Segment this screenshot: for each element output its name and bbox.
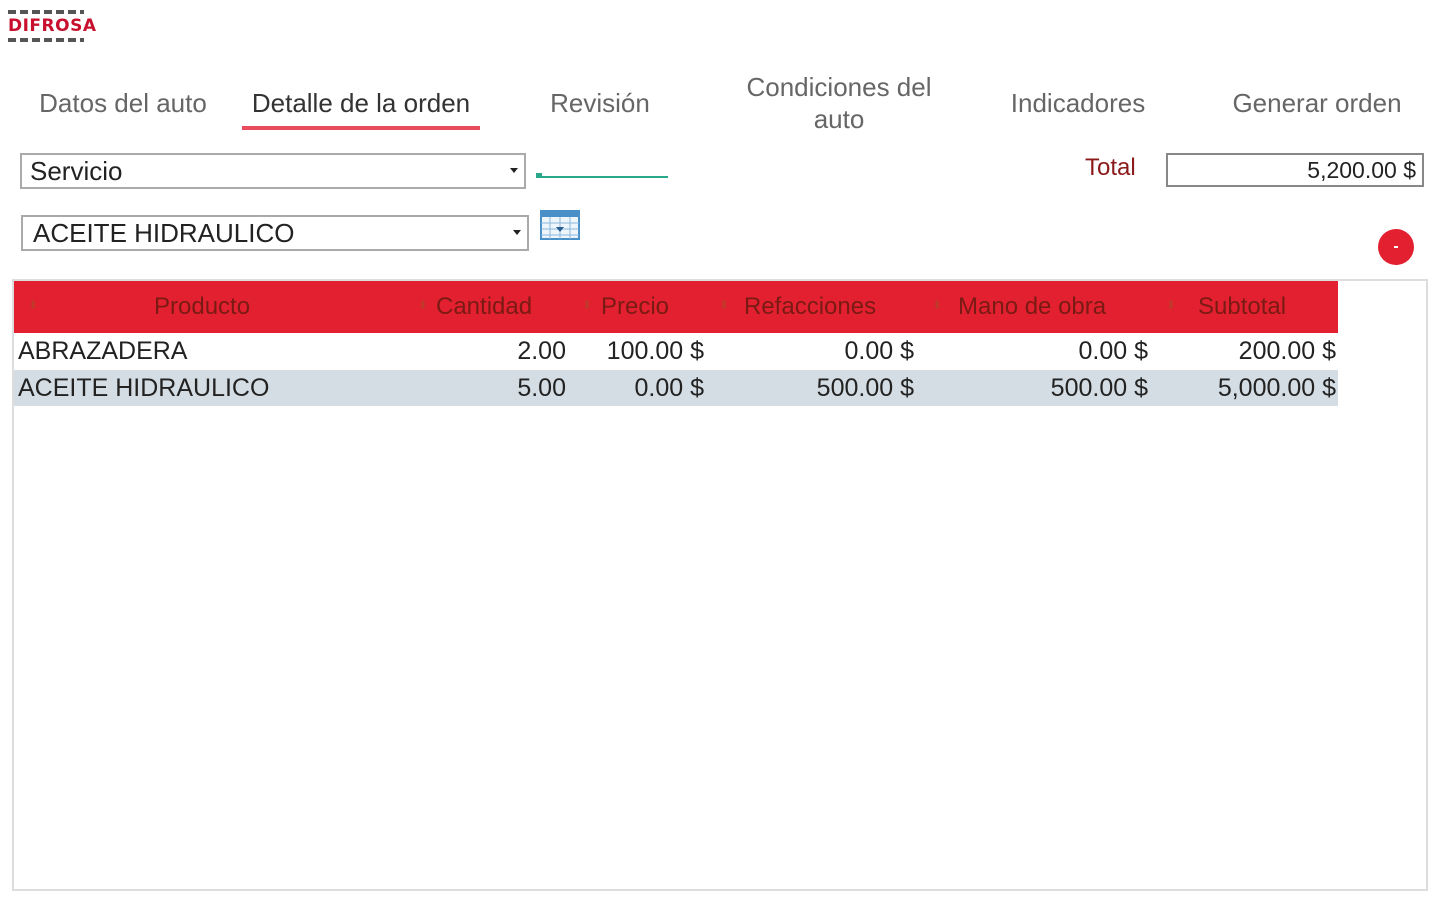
cell-producto: ACEITE HIDRAULICO (18, 374, 270, 402)
total-field: 5,200.00 $ (1166, 153, 1424, 187)
tab-detalle-de-la-orden[interactable]: Detalle de la orden (236, 72, 486, 134)
cell-refacciones: 0.00 $ (844, 337, 914, 365)
column-header-producto[interactable]: Producto (154, 281, 250, 333)
cell-producto: ABRAZADERA (18, 337, 188, 365)
cell-precio: 0.00 $ (634, 374, 704, 402)
column-header-precio[interactable]: Precio (601, 281, 669, 333)
sort-icon[interactable]: ⬍ (418, 298, 428, 312)
chevron-down-icon (513, 230, 521, 235)
order-detail-table: ⬍ Producto ⬍ Cantidad ⬍ Precio ⬍ Refacci… (12, 279, 1428, 891)
active-tab-indicator (242, 126, 480, 130)
chevron-down-icon (510, 168, 518, 173)
column-header-refacciones[interactable]: Refacciones (744, 281, 876, 333)
cell-mano-de-obra: 500.00 $ (1050, 374, 1148, 402)
cell-cantidad: 2.00 (517, 337, 566, 365)
total-label: Total (1085, 154, 1136, 181)
sort-icon[interactable]: ⬍ (932, 298, 942, 312)
table-row[interactable]: ACEITE HIDRAULICO 5.00 0.00 $ 500.00 $ 5… (14, 370, 1338, 406)
tab-datos-del-auto[interactable]: Datos del auto (20, 72, 226, 134)
sort-icon[interactable]: ⬍ (28, 298, 38, 312)
cell-subtotal: 5,000.00 $ (1217, 374, 1336, 402)
logo-stripe (8, 10, 84, 14)
column-header-subtotal[interactable]: Subtotal (1198, 281, 1286, 333)
type-select[interactable]: Servicio (20, 153, 526, 189)
table-header: ⬍ Producto ⬍ Cantidad ⬍ Precio ⬍ Refacci… (14, 281, 1338, 333)
tab-condiciones-del-auto[interactable]: Condiciones del auto (730, 72, 948, 134)
sort-icon[interactable]: ⬍ (1166, 298, 1176, 312)
cell-mano-de-obra: 0.00 $ (1078, 337, 1148, 365)
brand-name: DIFROSA (8, 16, 97, 36)
brand-logo: DIFROSA (8, 8, 97, 54)
text-field-underline[interactable] (536, 173, 668, 178)
product-select[interactable]: ACEITE HIDRAULICO (21, 215, 529, 251)
product-select-value: ACEITE HIDRAULICO (33, 217, 295, 248)
tab-revision[interactable]: Revisión (510, 72, 690, 134)
add-circle-icon[interactable] (1378, 229, 1414, 265)
tab-indicadores[interactable]: Indicadores (990, 72, 1166, 134)
calendar-icon[interactable] (540, 210, 580, 240)
sort-icon[interactable]: ⬍ (582, 298, 592, 312)
cell-refacciones: 500.00 $ (816, 374, 914, 402)
column-header-mano-de-obra[interactable]: Mano de obra (958, 281, 1106, 333)
tab-bar: Datos del auto Detalle de la orden Revis… (0, 72, 1440, 142)
cell-cantidad: 5.00 (517, 374, 566, 402)
cell-precio: 100.00 $ (606, 337, 704, 365)
column-header-cantidad[interactable]: Cantidad (436, 281, 532, 333)
sort-icon[interactable]: ⬍ (719, 298, 729, 312)
table-row[interactable]: ABRAZADERA 2.00 100.00 $ 0.00 $ 0.00 $ 2… (14, 333, 1338, 369)
type-select-value: Servicio (30, 155, 123, 186)
logo-stripe (8, 38, 84, 42)
cell-subtotal: 200.00 $ (1238, 337, 1336, 365)
tab-generar-orden[interactable]: Generar orden (1210, 72, 1424, 134)
